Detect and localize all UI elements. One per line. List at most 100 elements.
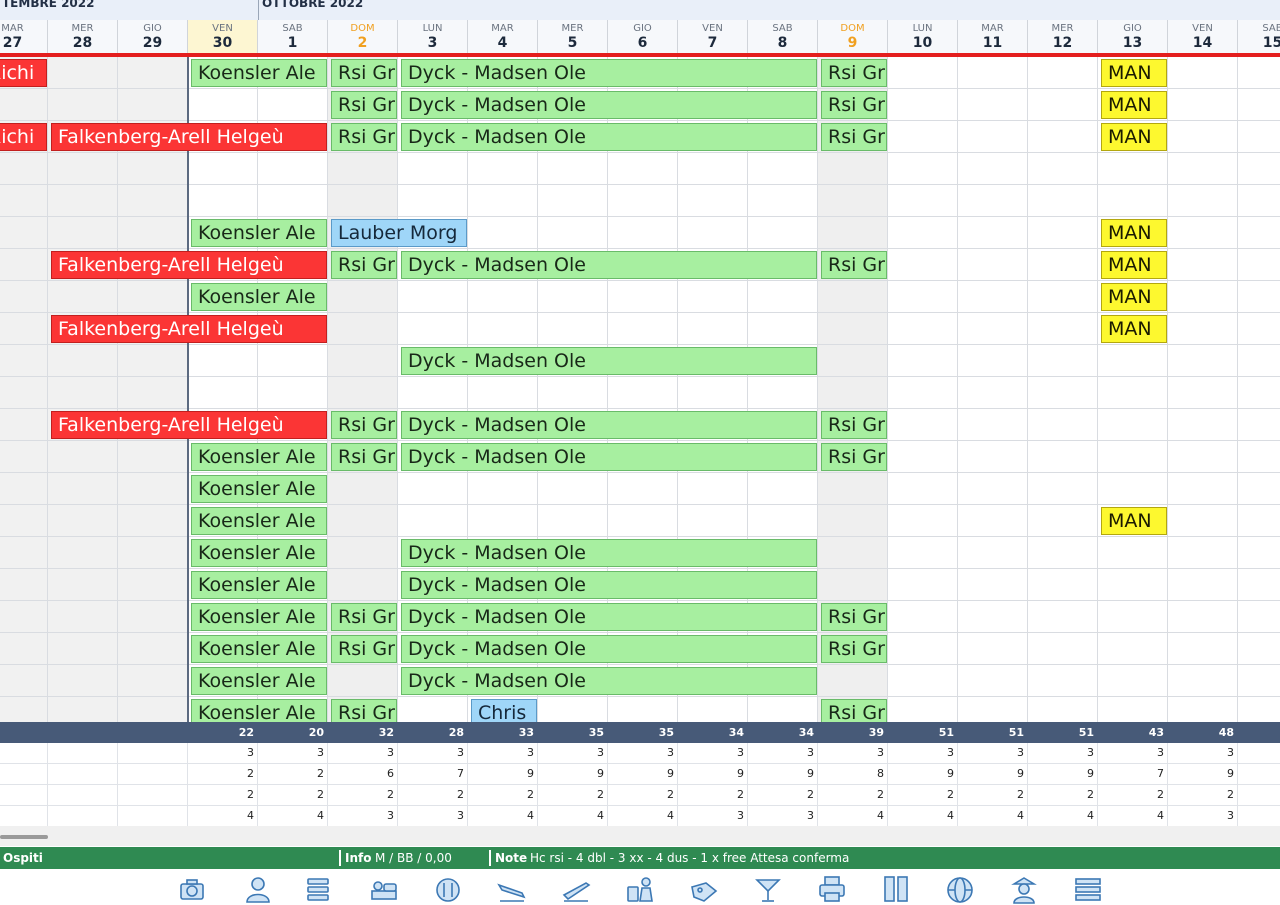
day-header-13[interactable]: GIO 13 [1098,20,1168,53]
booking-bar[interactable]: Falkenberg-Arell Helgeù [51,411,327,439]
booking-bar[interactable]: Koensler Ale [191,635,327,663]
booking-bar[interactable]: Koensler Ale [191,475,327,503]
booking-bar[interactable]: Dyck - Madsen Ole [401,539,817,567]
booking-bar[interactable]: Rsi Gr [331,699,397,722]
booking-bar[interactable]: Koensler Ale [191,283,327,311]
booking-bar[interactable]: Rsi Gr [821,251,887,279]
booking-bar[interactable]: Dyck - Madsen Ole [401,443,817,471]
booking-bar[interactable]: Dyck - Madsen Ole [401,91,817,119]
day-header-15[interactable]: SAB15 [1238,20,1280,53]
day-header-28[interactable]: MER 28 [48,20,118,53]
booking-bar[interactable]: MAN [1101,123,1167,151]
day-header-3[interactable]: LUN 3 [398,20,468,53]
booking-bar[interactable]: Falkenberg-Arell Helgeù [51,251,327,279]
booking-bar[interactable]: MAN [1101,283,1167,311]
booking-bar[interactable]: Richi [0,59,47,87]
booking-grid[interactable]: RichiKoensler AleRsi GrDyck - Madsen Ole… [0,57,1280,722]
booking-bar[interactable]: Falkenberg-Arell Helgeù [51,123,327,151]
booking-bar[interactable]: Chris [471,699,537,722]
day-header-5[interactable]: MER 5 [538,20,608,53]
booking-bar[interactable]: Rsi Gr [821,59,887,87]
binders-icon[interactable] [880,873,912,905]
scrollbar-thumb[interactable] [0,835,48,839]
booking-bar[interactable]: Koensler Ale [191,219,327,247]
booking-bar[interactable]: Rsi Gr [821,699,887,722]
day-header-8[interactable]: SAB 8 [748,20,818,53]
booking-bar[interactable]: Rsi Gr [331,59,397,87]
restaurant-icon[interactable] [432,873,464,905]
booking-bar[interactable]: Koensler Ale [191,571,327,599]
day-header-6[interactable]: GIO 6 [608,20,678,53]
booking-bar[interactable]: Rsi Gr [821,411,887,439]
booking-bar[interactable]: MAN [1101,219,1167,247]
camera-icon[interactable] [176,873,208,905]
tag-icon[interactable] [688,873,720,905]
booking-bar[interactable]: Dyck - Madsen Ole [401,251,817,279]
day-header-30[interactable]: VEN 30 [188,20,258,53]
totals-cell: 3 [807,809,814,822]
booking-bar[interactable]: Dyck - Madsen Ole [401,635,817,663]
staff-icon[interactable] [1008,873,1040,905]
booking-bar[interactable]: Rsi Gr [331,251,397,279]
booking-bar[interactable]: Koensler Ale [191,443,327,471]
status-ospiti[interactable]: Ospiti [3,847,43,869]
day-number: 8 [777,35,788,51]
day-header-27[interactable]: MAR 27 [0,20,48,53]
bed-icon[interactable] [368,873,400,905]
booking-bar[interactable]: Koensler Ale [191,699,327,722]
cocktail-icon[interactable] [752,873,784,905]
day-header-7[interactable]: VEN 7 [678,20,748,53]
booking-bar[interactable]: Dyck - Madsen Ole [401,667,817,695]
day-header-10[interactable]: LUN 10 [888,20,958,53]
list-icon[interactable] [1072,873,1104,905]
booking-bar[interactable]: Rsi Gr [821,91,887,119]
day-header-2[interactable]: DOM 2 [328,20,398,53]
booking-bar[interactable]: Falkenberg-Arell Helgeù [51,315,327,343]
filter-icon[interactable] [302,873,334,905]
booking-bar[interactable]: Dyck - Madsen Ole [401,123,817,151]
printer-icon[interactable] [816,873,848,905]
booking-bar[interactable]: Lauber Morg [331,219,467,247]
plane-departure-icon[interactable] [560,873,592,905]
day-header-29[interactable]: GIO 29 [118,20,188,53]
luggage-icon[interactable] [624,873,656,905]
booking-bar[interactable]: Rsi Gr [821,123,887,151]
booking-bar[interactable]: Rsi Gr [331,443,397,471]
booking-bar[interactable]: MAN [1101,91,1167,119]
www-icon[interactable] [944,873,976,905]
booking-bar[interactable]: Dyck - Madsen Ole [401,59,817,87]
booking-bar[interactable]: MAN [1101,315,1167,343]
day-header-1[interactable]: SAB 1 [258,20,328,53]
booking-bar[interactable]: Dyck - Madsen Ole [401,411,817,439]
booking-bar[interactable]: Richi [0,123,47,151]
booking-bar[interactable]: Koensler Ale [191,667,327,695]
booking-bar[interactable]: Koensler Ale [191,59,327,87]
booking-bar[interactable]: Dyck - Madsen Ole [401,347,817,375]
booking-bar[interactable]: MAN [1101,251,1167,279]
plane-arrival-icon[interactable] [496,873,528,905]
user-icon[interactable] [242,873,274,905]
booking-bar[interactable]: Rsi Gr [331,411,397,439]
day-header-14[interactable]: VEN 14 [1168,20,1238,53]
booking-bar[interactable]: Dyck - Madsen Ole [401,571,817,599]
day-name: SAB [282,23,303,34]
day-header-4[interactable]: MAR 4 [468,20,538,53]
booking-bar[interactable]: MAN [1101,507,1167,535]
totals-cell: 2 [1157,788,1164,801]
booking-bar[interactable]: Koensler Ale [191,507,327,535]
booking-bar[interactable]: Rsi Gr [821,443,887,471]
day-header-12[interactable]: MER 12 [1028,20,1098,53]
booking-bar[interactable]: Koensler Ale [191,539,327,567]
booking-bar[interactable]: MAN [1101,59,1167,87]
booking-bar[interactable]: Rsi Gr [331,123,397,151]
day-header-9[interactable]: DOM 9 [818,20,888,53]
booking-bar[interactable]: Dyck - Madsen Ole [401,603,817,631]
booking-bar[interactable]: Rsi Gr [821,635,887,663]
horizontal-scrollbar[interactable] [0,826,1280,846]
booking-bar[interactable]: Rsi Gr [331,603,397,631]
day-header-11[interactable]: MAR 11 [958,20,1028,53]
booking-bar[interactable]: Koensler Ale [191,603,327,631]
booking-bar[interactable]: Rsi Gr [821,603,887,631]
booking-bar[interactable]: Rsi Gr [331,91,397,119]
booking-bar[interactable]: Rsi Gr [331,635,397,663]
